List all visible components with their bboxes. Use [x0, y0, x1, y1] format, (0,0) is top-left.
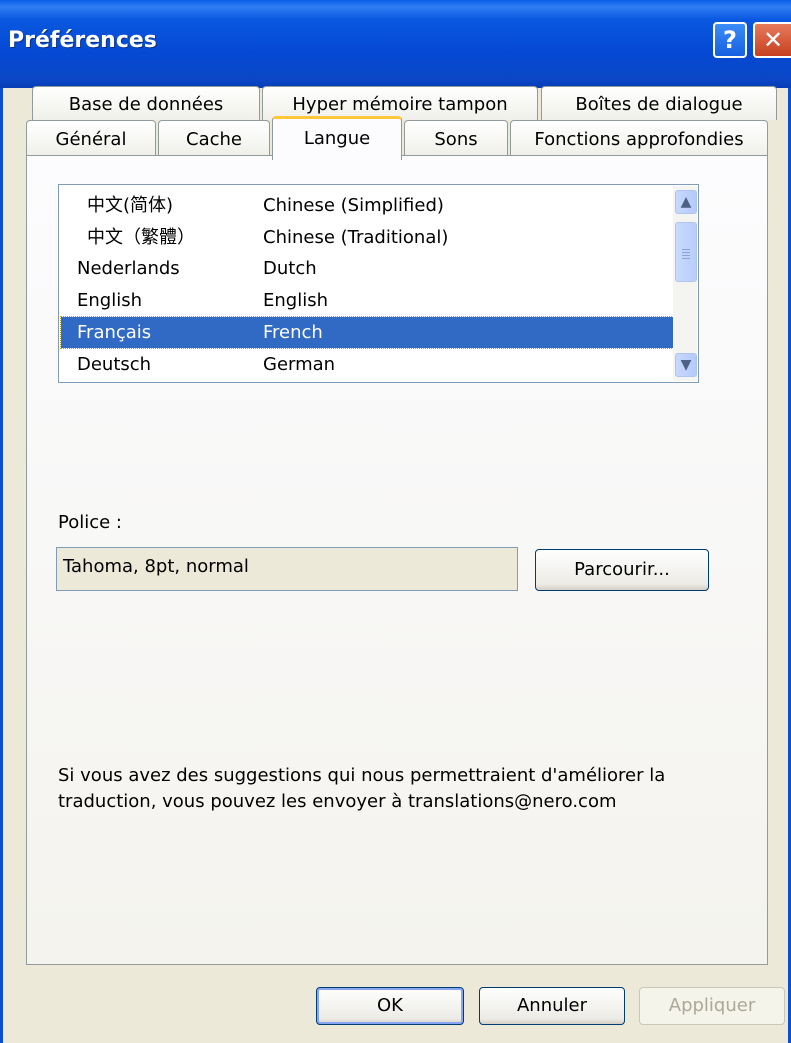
- cancel-button[interactable]: Annuler: [479, 987, 625, 1025]
- list-item[interactable]: English English: [61, 285, 673, 316]
- language-english-name: Chinese (Simplified): [263, 195, 444, 216]
- language-english-name: Dutch: [263, 258, 317, 279]
- language-native-name: 中文（繁體）: [87, 227, 195, 248]
- title-bar[interactable]: Préférences ? ✕: [0, 0, 791, 88]
- close-icon[interactable]: ✕: [753, 22, 791, 58]
- tab-base-de-donnees[interactable]: Base de données: [32, 86, 260, 120]
- language-english-name: Chinese (Traditional): [263, 227, 449, 248]
- tab-langue[interactable]: Langue: [272, 116, 402, 160]
- translation-note: Si vous avez des suggestions qui nous pe…: [58, 765, 666, 812]
- list-item[interactable]: 中文(简体) Chinese (Simplified): [61, 190, 673, 221]
- tab-sons[interactable]: Sons: [404, 120, 508, 156]
- language-english-name: German: [263, 354, 336, 375]
- tab-hyper-memoire-tampon[interactable]: Hyper mémoire tampon: [262, 86, 538, 120]
- tab-fonctions-approfondies[interactable]: Fonctions approfondies: [510, 120, 768, 156]
- list-item[interactable]: 中文（繁體） Chinese (Traditional): [61, 222, 673, 253]
- scroll-up-icon[interactable]: ▲: [675, 190, 697, 214]
- grip-line: [682, 249, 690, 250]
- language-native-name: English: [77, 290, 142, 311]
- language-native-name: Français: [77, 322, 152, 343]
- language-list[interactable]: 中文(简体) Chinese (Simplified) 中文（繁體） Chine…: [58, 184, 699, 383]
- language-english-name: English: [263, 290, 328, 311]
- tab-boites-de-dialogue[interactable]: Boîtes de dialogue: [541, 86, 777, 120]
- list-item[interactable]: Nederlands Dutch: [61, 253, 673, 284]
- grip-line: [682, 255, 690, 256]
- font-label: Police :: [58, 512, 122, 533]
- language-native-name: Nederlands: [77, 258, 180, 279]
- browse-button[interactable]: Parcourir...: [535, 549, 709, 591]
- grip-line: [682, 258, 690, 259]
- language-native-name: Deutsch: [77, 354, 152, 375]
- help-icon[interactable]: ?: [713, 22, 747, 58]
- language-native-name: 中文(简体): [87, 195, 174, 216]
- list-item[interactable]: Deutsch German: [61, 349, 673, 380]
- list-item-selected[interactable]: Français French: [60, 316, 674, 349]
- preferences-dialog: Préférences ? ✕ Base de données Hyper mé…: [0, 0, 791, 1043]
- ok-button[interactable]: OK: [316, 987, 464, 1025]
- scroll-down-icon[interactable]: ▼: [675, 353, 697, 377]
- window-title: Préférences: [8, 28, 157, 53]
- apply-button[interactable]: Appliquer: [639, 987, 785, 1025]
- grip-line: [682, 252, 690, 253]
- tab-cache[interactable]: Cache: [158, 120, 270, 156]
- window-border-left: [0, 88, 3, 1043]
- tab-general[interactable]: Général: [26, 120, 156, 156]
- list-scrollbar[interactable]: [673, 186, 697, 381]
- font-field: Tahoma, 8pt, normal: [56, 547, 518, 591]
- language-english-name: French: [263, 322, 323, 343]
- scrollbar-thumb[interactable]: [675, 222, 697, 282]
